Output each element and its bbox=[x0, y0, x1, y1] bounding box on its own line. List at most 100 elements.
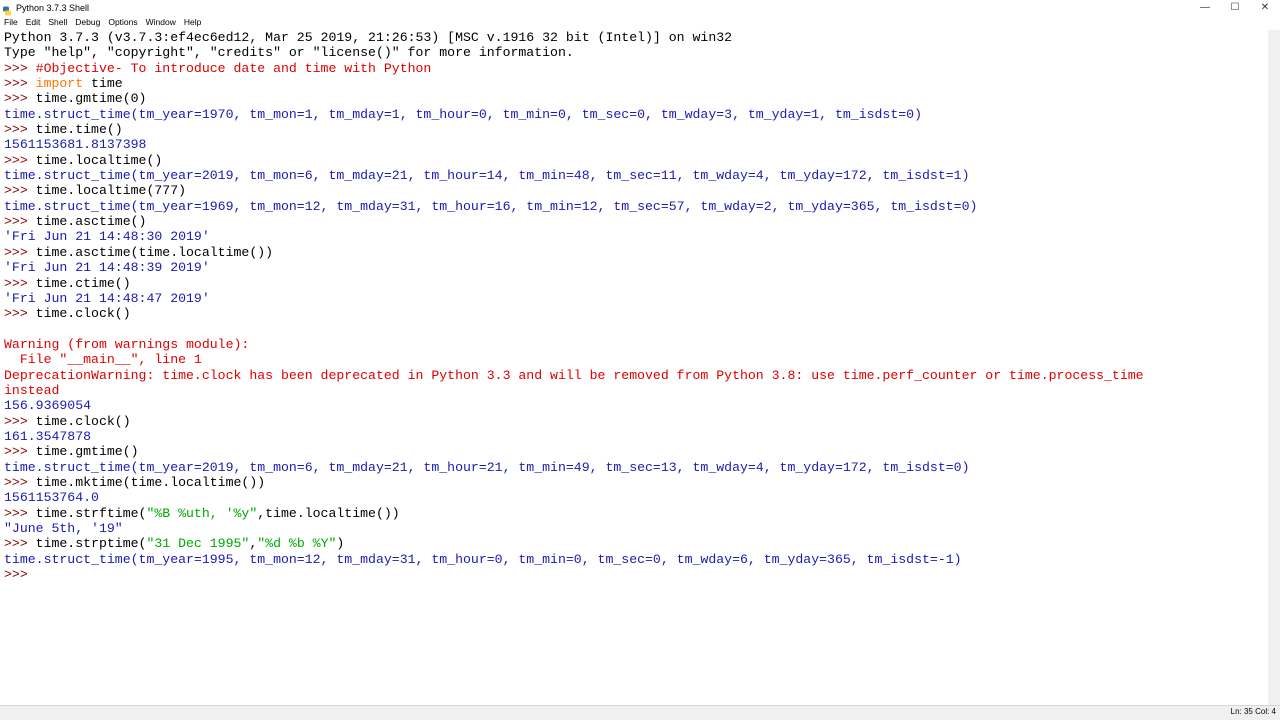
shell-prompt: >>> bbox=[4, 152, 36, 168]
menu-shell[interactable]: Shell bbox=[44, 17, 71, 27]
shell-prompt: >>> bbox=[4, 244, 36, 260]
vertical-scrollbar[interactable] bbox=[1268, 30, 1280, 706]
shell-text-segment: time.struct_time(tm_year=1970, tm_mon=1,… bbox=[4, 106, 922, 122]
cursor-position: Ln: 35 Col: 4 bbox=[1230, 707, 1276, 716]
shell-line: Python 3.7.3 (v3.7.3:ef4ec6ed12, Mar 25 … bbox=[0, 30, 1268, 45]
shell-prompt: >>> bbox=[4, 275, 36, 291]
shell-text-segment: time.time() bbox=[35, 122, 123, 138]
shell-prompt: >>> bbox=[4, 413, 36, 429]
shell-line: >>> bbox=[0, 567, 1268, 582]
shell-line: >>> time.asctime(time.localtime()) bbox=[0, 245, 1268, 260]
shell-line: 161.3547878 bbox=[0, 429, 1268, 444]
shell-line: time.struct_time(tm_year=1970, tm_mon=1,… bbox=[0, 107, 1268, 122]
shell-prompt: >>> bbox=[4, 536, 36, 552]
shell-line: time.struct_time(tm_year=2019, tm_mon=6,… bbox=[0, 168, 1268, 183]
shell-text-segment: time.struct_time(tm_year=1995, tm_mon=12… bbox=[4, 551, 962, 567]
shell-text-segment: ,time.localtime()) bbox=[257, 505, 400, 521]
shell-prompt: >>> bbox=[4, 183, 36, 199]
menu-file[interactable]: File bbox=[0, 17, 22, 27]
shell-prompt: >>> bbox=[4, 306, 36, 322]
shell-line: 1561153681.8137398 bbox=[0, 137, 1268, 152]
shell-text-segment: DeprecationWarning: time.clock has been … bbox=[4, 367, 1144, 383]
menu-window[interactable]: Window bbox=[142, 17, 180, 27]
shell-line: Warning (from warnings module): bbox=[0, 337, 1268, 352]
shell-text-area[interactable]: Python 3.7.3 (v3.7.3:ef4ec6ed12, Mar 25 … bbox=[0, 30, 1268, 706]
shell-prompt: >>> bbox=[4, 474, 36, 490]
shell-line: >>> import time bbox=[0, 76, 1268, 91]
shell-text-segment: time.strftime( bbox=[35, 505, 147, 521]
shell-text-segment: Type "help", "copyright", "credits" or "… bbox=[4, 45, 574, 61]
shell-text-segment: "June 5th, '19" bbox=[4, 521, 123, 536]
shell-text-segment: import bbox=[35, 76, 84, 92]
shell-text-segment: 'Fri Jun 21 14:48:47 2019' bbox=[4, 290, 210, 306]
shell-prompt: >>> bbox=[4, 567, 36, 583]
shell-line: time.struct_time(tm_year=1969, tm_mon=12… bbox=[0, 199, 1268, 214]
menu-bar: File Edit Shell Debug Options Window Hel… bbox=[0, 15, 1280, 28]
menu-help[interactable]: Help bbox=[180, 17, 205, 27]
shell-line: >>> time.gmtime() bbox=[0, 444, 1268, 459]
shell-text-segment: time.gmtime(0) bbox=[35, 91, 147, 107]
shell-text-segment: File "__main__", line 1 bbox=[4, 352, 202, 368]
shell-line: DeprecationWarning: time.clock has been … bbox=[0, 368, 1268, 383]
shell-text-segment: 161.3547878 bbox=[4, 428, 92, 444]
shell-text-segment: time.localtime() bbox=[35, 152, 163, 168]
shell-text-segment: Python 3.7.3 (v3.7.3:ef4ec6ed12, Mar 25 … bbox=[4, 30, 733, 45]
shell-prompt: >>> bbox=[4, 91, 36, 107]
minimize-button[interactable]: — bbox=[1190, 0, 1220, 15]
shell-prompt: >>> bbox=[4, 214, 36, 230]
menu-options[interactable]: Options bbox=[104, 17, 141, 27]
menu-edit[interactable]: Edit bbox=[22, 17, 45, 27]
shell-text-segment: time.asctime() bbox=[35, 214, 147, 230]
shell-prompt: >>> bbox=[4, 76, 36, 92]
shell-text-segment: time.localtime(777) bbox=[35, 183, 187, 199]
shell-line: >>> time.ctime() bbox=[0, 276, 1268, 291]
shell-text-segment: time.strptime( bbox=[35, 536, 147, 552]
shell-line: >>> time.gmtime(0) bbox=[0, 91, 1268, 106]
shell-text-segment: time.clock() bbox=[35, 306, 131, 322]
shell-line: time.struct_time(tm_year=1995, tm_mon=12… bbox=[0, 552, 1268, 567]
shell-line: >>> time.mktime(time.localtime()) bbox=[0, 475, 1268, 490]
shell-line: time.struct_time(tm_year=2019, tm_mon=6,… bbox=[0, 460, 1268, 475]
shell-text-segment: instead bbox=[4, 382, 60, 398]
close-button[interactable]: ✕ bbox=[1250, 0, 1280, 15]
shell-text-segment: Warning (from warnings module): bbox=[4, 336, 250, 352]
shell-line: File "__main__", line 1 bbox=[0, 352, 1268, 367]
shell-text-segment: #Objective- To introduce date and time w… bbox=[35, 60, 432, 76]
menu-debug[interactable]: Debug bbox=[71, 17, 104, 27]
shell-text-segment: 'Fri Jun 21 14:48:39 2019' bbox=[4, 260, 210, 276]
shell-line: >>> time.time() bbox=[0, 122, 1268, 137]
shell-text-segment: time.ctime() bbox=[35, 275, 131, 291]
shell-line: "June 5th, '19" bbox=[0, 521, 1268, 536]
python-logo-icon bbox=[2, 3, 12, 15]
shell-line: 1561153764.0 bbox=[0, 490, 1268, 505]
shell-line: >>> #Objective- To introduce date and ti… bbox=[0, 61, 1268, 76]
shell-line: 156.9369054 bbox=[0, 398, 1268, 413]
window-title: Python 3.7.3 Shell bbox=[16, 2, 90, 13]
shell-line: 'Fri Jun 21 14:48:47 2019' bbox=[0, 291, 1268, 306]
shell-text-segment: time.gmtime() bbox=[35, 444, 139, 460]
window-controls: — ☐ ✕ bbox=[1190, 0, 1280, 15]
shell-text-segment: 'Fri Jun 21 14:48:30 2019' bbox=[4, 229, 210, 245]
shell-text-segment: 1561153681.8137398 bbox=[4, 137, 147, 153]
shell-prompt: >>> bbox=[4, 444, 36, 460]
shell-line: >>> time.clock() bbox=[0, 306, 1268, 321]
shell-text-segment: time.struct_time(tm_year=2019, tm_mon=6,… bbox=[4, 459, 970, 475]
shell-line: >>> time.clock() bbox=[0, 414, 1268, 429]
shell-line: >>> time.strptime("31 Dec 1995","%d %b %… bbox=[0, 536, 1268, 551]
shell-text-segment: time.struct_time(tm_year=2019, tm_mon=6,… bbox=[4, 168, 970, 184]
shell-text-segment: time.clock() bbox=[35, 413, 131, 429]
shell-text-segment: "31 Dec 1995" bbox=[146, 536, 250, 552]
shell-text-segment: 156.9369054 bbox=[4, 398, 92, 414]
shell-line: >>> time.localtime() bbox=[0, 153, 1268, 168]
shell-text-segment: time.struct_time(tm_year=1969, tm_mon=12… bbox=[4, 198, 978, 214]
maximize-button[interactable]: ☐ bbox=[1220, 0, 1250, 15]
shell-line: >>> time.strftime("%B %uth, '%y",time.lo… bbox=[0, 506, 1268, 521]
shell-line: Type "help", "copyright", "credits" or "… bbox=[0, 45, 1268, 60]
shell-line: 'Fri Jun 21 14:48:39 2019' bbox=[0, 260, 1268, 275]
shell-line: instead bbox=[0, 383, 1268, 398]
shell-prompt: >>> bbox=[4, 122, 36, 138]
shell-line: >>> time.localtime(777) bbox=[0, 183, 1268, 198]
shell-text-segment: "%d %b %Y" bbox=[257, 536, 337, 552]
shell-text-segment: time.mktime(time.localtime()) bbox=[35, 474, 266, 490]
